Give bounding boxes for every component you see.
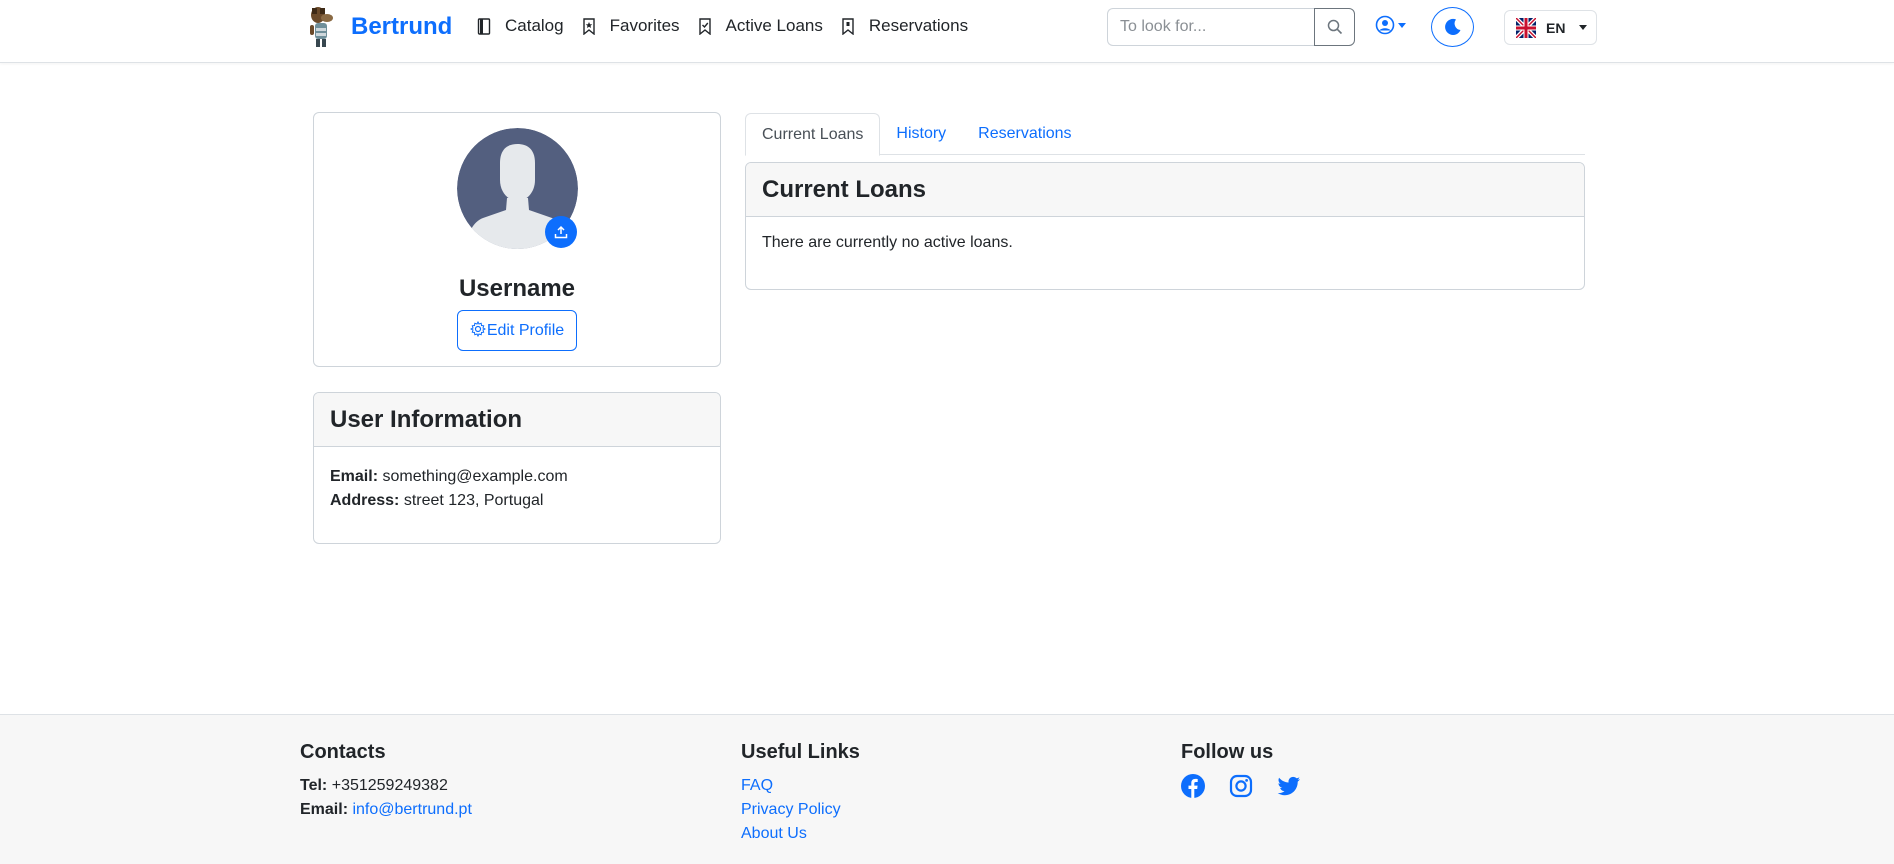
nav-favorites[interactable]: Favorites: [582, 16, 680, 36]
current-loans-title: Current Loans: [746, 163, 1584, 217]
brand-logo-icon: [310, 7, 333, 47]
uk-flag-icon: [1516, 17, 1536, 38]
instagram-icon: [1229, 774, 1253, 798]
tab-current-loans[interactable]: Current Loans: [745, 113, 881, 156]
avatar-container: [457, 128, 578, 249]
footer-contacts: Contacts Tel: +351259249382 Email: info@…: [300, 741, 472, 822]
user-menu-button[interactable]: [1375, 15, 1406, 35]
footer-email-link[interactable]: info@bertrund.pt: [352, 801, 471, 818]
bookmark-icon: [842, 17, 854, 35]
nav-reservations[interactable]: Reservations: [841, 16, 968, 36]
user-info-title: User Information: [314, 393, 720, 447]
edit-profile-label: Edit Profile: [486, 321, 565, 339]
footer-tel-row: Tel: +351259249382: [300, 774, 472, 798]
twitter-link[interactable]: [1277, 774, 1301, 798]
footer-email-row: Email: info@bertrund.pt: [300, 798, 472, 822]
chevron-down-icon: [1398, 22, 1406, 28]
address-value: street 123, Portugal: [403, 492, 544, 509]
avatar-upload-button[interactable]: [545, 216, 577, 248]
instagram-link[interactable]: [1229, 774, 1253, 798]
footer: Contacts Tel: +351259249382 Email: info@…: [0, 714, 1894, 864]
moon-icon: [1444, 18, 1460, 35]
footer-contacts-title: Contacts: [300, 741, 386, 763]
user-info-card: User Information Email: something@exampl…: [313, 392, 721, 544]
footer-tel-value: +351259249382: [331, 777, 448, 794]
search-input[interactable]: [1107, 8, 1314, 46]
footer-link-about-us[interactable]: About Us: [741, 822, 860, 846]
search-button[interactable]: [1314, 8, 1355, 46]
tab-reservations[interactable]: Reservations: [962, 113, 1087, 155]
facebook-icon: [1181, 774, 1205, 798]
social-links: [1181, 774, 1325, 798]
search-group: [1107, 8, 1355, 46]
journal-icon: [477, 17, 491, 35]
facebook-link[interactable]: [1181, 774, 1205, 798]
tab-history[interactable]: History: [880, 113, 962, 155]
user-circle-icon: [1375, 15, 1395, 35]
twitter-icon: [1277, 776, 1300, 796]
nav-active-loans[interactable]: Active Loans: [698, 16, 823, 36]
email-value: something@example.com: [382, 468, 568, 485]
footer-link-faq[interactable]: FAQ: [741, 774, 860, 798]
nav-active-loans-label: Active Loans: [725, 16, 823, 35]
nav-catalog-label: Catalog: [505, 16, 564, 35]
brand-name: Bertrund: [351, 13, 453, 40]
bookmark-check-icon: [698, 17, 711, 35]
address-label: Address:: [330, 492, 400, 509]
upload-icon: [554, 225, 568, 239]
footer-tel-label: Tel:: [300, 777, 328, 794]
email-row: Email: something@example.com: [330, 465, 704, 489]
brand-home-link[interactable]: Bertrund: [306, 6, 452, 48]
profile-card: Username Edit Profile: [313, 112, 721, 367]
footer-email-label: Email:: [300, 801, 349, 818]
current-loans-card: Current Loans There are currently no act…: [745, 162, 1585, 290]
bookmark-star-icon: [582, 17, 595, 35]
theme-toggle-button[interactable]: [1431, 7, 1474, 47]
loans-tabs: Current Loans History Reservations: [745, 113, 1585, 156]
footer-link-privacy-policy[interactable]: Privacy Policy: [741, 798, 860, 822]
nav-favorites-label: Favorites: [609, 16, 680, 35]
gear-icon: [469, 320, 486, 337]
nav-reservations-label: Reservations: [868, 16, 969, 35]
language-selector[interactable]: EN: [1504, 10, 1597, 45]
current-loans-message: There are currently no active loans.: [762, 234, 1013, 251]
edit-profile-button[interactable]: Edit Profile: [457, 310, 577, 351]
main-nav: Catalog Favorites Active Loans Reservati…: [477, 16, 986, 36]
chevron-down-icon: [1579, 25, 1588, 30]
language-label: EN: [1546, 19, 1566, 36]
user-info-body: Email: something@example.com Address: st…: [314, 447, 720, 513]
address-row: Address: street 123, Portugal: [330, 489, 704, 513]
email-label: Email:: [330, 468, 379, 485]
footer-follow-title: Follow us: [1181, 741, 1274, 763]
navbar: Bertrund Catalog Favorites Active Loans …: [0, 0, 1894, 63]
footer-links-title: Useful Links: [741, 741, 860, 763]
profile-username: Username: [458, 275, 576, 302]
footer-follow: Follow us: [1181, 741, 1325, 798]
search-icon: [1327, 19, 1342, 35]
nav-catalog[interactable]: Catalog: [477, 16, 564, 36]
footer-useful-links: Useful Links FAQ Privacy Policy About Us: [741, 741, 860, 846]
